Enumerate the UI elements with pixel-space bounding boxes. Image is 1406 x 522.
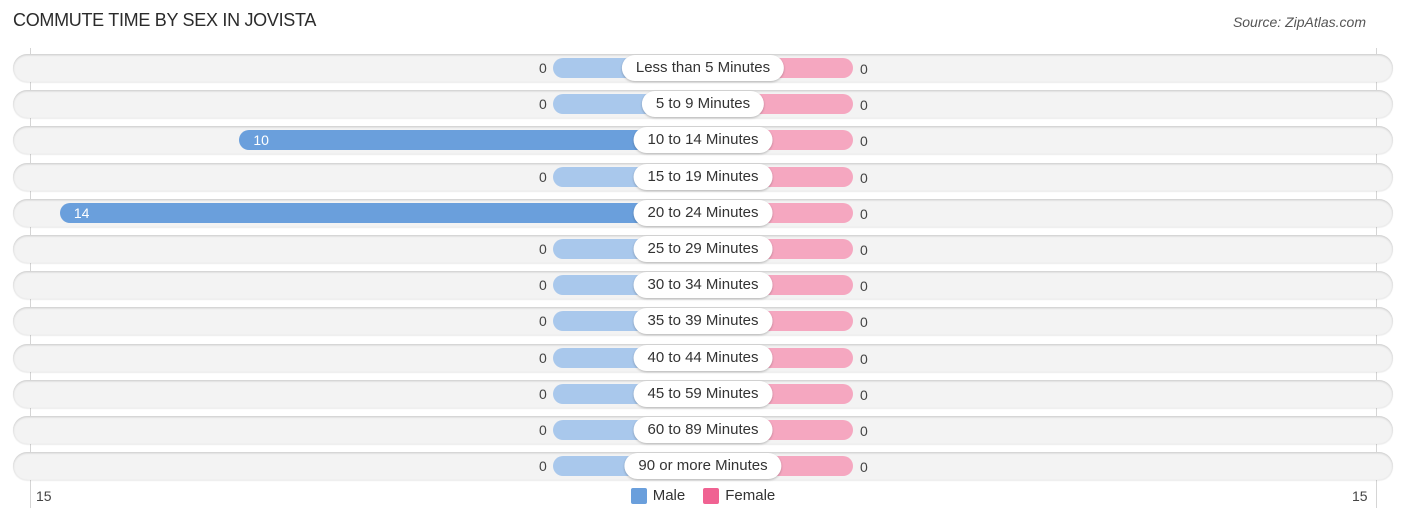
male-value-label: 0 bbox=[539, 277, 547, 293]
legend-label-male: Male bbox=[652, 487, 686, 504]
male-value-label: 0 bbox=[539, 96, 547, 112]
category-label: 30 to 34 Minutes bbox=[633, 272, 773, 298]
female-swatch-icon bbox=[703, 487, 720, 504]
male-bar[interactable] bbox=[59, 203, 703, 223]
category-label: 25 to 29 Minutes bbox=[633, 236, 773, 262]
category-label: 15 to 19 Minutes bbox=[633, 164, 773, 190]
female-value-label: 0 bbox=[860, 133, 868, 149]
chart-row: 0 0 15 to 19 Minutes bbox=[13, 163, 1393, 191]
category-label: 10 to 14 Minutes bbox=[633, 127, 773, 153]
legend-item-male[interactable]: Male bbox=[630, 487, 686, 504]
category-label: Less than 5 Minutes bbox=[621, 55, 785, 81]
chart-row: 10 0 10 to 14 Minutes bbox=[13, 126, 1393, 154]
female-value-label: 0 bbox=[860, 278, 868, 294]
male-value-label: 0 bbox=[539, 422, 547, 438]
category-label: 90 or more Minutes bbox=[624, 453, 782, 479]
male-value-label: 0 bbox=[539, 350, 547, 366]
female-value-label: 0 bbox=[860, 206, 868, 222]
category-label: 45 to 59 Minutes bbox=[633, 381, 773, 407]
male-value-label: 0 bbox=[539, 241, 547, 257]
female-value-label: 0 bbox=[860, 387, 868, 403]
female-value-label: 0 bbox=[860, 351, 868, 367]
female-value-label: 0 bbox=[860, 314, 868, 330]
female-value-label: 0 bbox=[860, 97, 868, 113]
male-value-label: 10 bbox=[253, 132, 269, 148]
chart-row: 0 0 30 to 34 Minutes bbox=[13, 271, 1393, 299]
legend: Male Female bbox=[0, 487, 1406, 504]
chart-row: 14 0 20 to 24 Minutes bbox=[13, 199, 1393, 227]
category-label: 35 to 39 Minutes bbox=[633, 308, 773, 334]
category-label: 40 to 44 Minutes bbox=[633, 345, 773, 371]
chart-title: COMMUTE TIME BY SEX IN JOVISTA bbox=[13, 10, 317, 30]
category-label: 20 to 24 Minutes bbox=[633, 200, 773, 226]
category-label: 5 to 9 Minutes bbox=[641, 91, 765, 117]
legend-label-female: Female bbox=[725, 487, 776, 504]
male-value-label: 0 bbox=[539, 169, 547, 185]
chart-row: 0 0 Less than 5 Minutes bbox=[13, 54, 1393, 82]
chart-row: 0 0 25 to 29 Minutes bbox=[13, 235, 1393, 263]
male-value-label: 14 bbox=[73, 205, 90, 221]
female-value-label: 0 bbox=[860, 170, 868, 186]
male-swatch-icon bbox=[630, 487, 647, 504]
female-value-label: 0 bbox=[860, 423, 868, 439]
chart-row: 0 0 60 to 89 Minutes bbox=[13, 416, 1393, 444]
female-value-label: 0 bbox=[860, 61, 868, 77]
legend-item-female[interactable]: Female bbox=[703, 487, 775, 504]
male-value-label: 0 bbox=[539, 458, 547, 474]
chart-row: 0 0 5 to 9 Minutes bbox=[13, 90, 1393, 118]
source-label: Source: ZipAtlas.com bbox=[1232, 14, 1366, 30]
chart-row: 0 0 40 to 44 Minutes bbox=[13, 344, 1393, 372]
female-value-label: 0 bbox=[860, 459, 868, 475]
category-label: 60 to 89 Minutes bbox=[633, 417, 773, 443]
female-value-label: 0 bbox=[860, 242, 868, 258]
male-value-label: 0 bbox=[539, 60, 547, 76]
chart-row: 0 0 35 to 39 Minutes bbox=[13, 307, 1393, 335]
male-value-label: 0 bbox=[539, 386, 547, 402]
chart-row: 0 0 45 to 59 Minutes bbox=[13, 380, 1393, 408]
chart-row: 0 0 90 or more Minutes bbox=[13, 452, 1393, 480]
male-value-label: 0 bbox=[539, 313, 547, 329]
